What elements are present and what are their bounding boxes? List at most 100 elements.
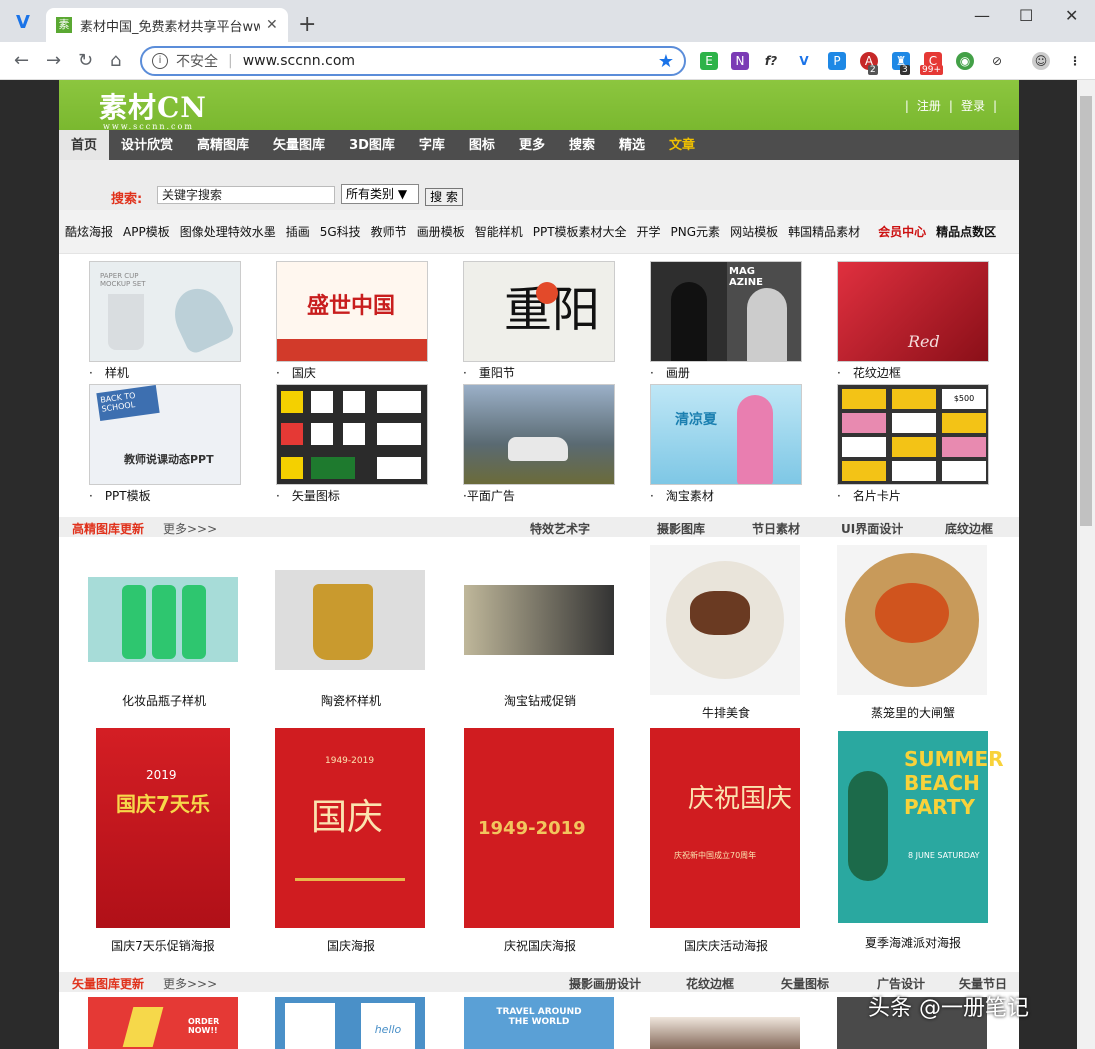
nav-more[interactable]: 更多	[507, 130, 557, 160]
vector-travel-image[interactable]: TRAVEL AROUND THE WORLD	[464, 997, 614, 1049]
vector-chocolate-image[interactable]	[650, 1017, 800, 1049]
grid-card-album[interactable]: MAG AZINE · 画册	[650, 261, 802, 381]
globe-icon[interactable]: ◉	[956, 52, 974, 70]
grid-caption[interactable]: · 样机	[89, 364, 241, 381]
product-caption-text[interactable]: 化妆品瓶子样机	[88, 692, 240, 709]
namecard-thumbnail[interactable]: $500	[837, 384, 989, 485]
url-text[interactable]: www.sccnn.com	[243, 53, 658, 69]
category-link[interactable]: 教师节	[371, 223, 407, 240]
grid-caption[interactable]: · 名片卡片	[837, 487, 989, 504]
category-link[interactable]: PNG元素	[671, 223, 721, 240]
category-link[interactable]: 画册模板	[417, 223, 465, 240]
close-window-icon[interactable]: ✕	[1065, 6, 1078, 25]
grid-card-vector-icons[interactable]: · 矢量图标	[276, 384, 428, 504]
category-link[interactable]: 智能样机	[475, 223, 523, 240]
grid-caption[interactable]: · 淘宝素材	[650, 487, 802, 504]
sync-icon[interactable]: ⊘	[988, 52, 1006, 70]
evernote-icon[interactable]: E	[700, 52, 718, 70]
category-select[interactable]: 所有类别 ▼	[341, 184, 419, 204]
taobao-thumbnail[interactable]: 清凉夏	[650, 384, 802, 485]
category-link[interactable]: 图像处理特效水墨	[180, 223, 276, 240]
category-link[interactable]: 韩国精品素材	[788, 223, 860, 240]
scroll-thumb[interactable]	[1080, 96, 1092, 526]
section-tag[interactable]: 花纹边框	[686, 975, 734, 992]
product-caption-text[interactable]: 淘宝钻戒促销	[464, 692, 616, 709]
product-caption-text[interactable]: 庆祝国庆海报	[464, 937, 616, 954]
album-thumbnail[interactable]: MAG AZINE	[650, 261, 802, 362]
browser-logo-icon[interactable]: V	[16, 12, 30, 33]
nav-3d[interactable]: 3D图库	[337, 130, 407, 160]
guoqing-thumbnail[interactable]: 盛世中国	[276, 261, 428, 362]
page-scrollbar[interactable]	[1077, 80, 1095, 1049]
profile-avatar[interactable]: ☺	[1032, 52, 1050, 70]
onenote-icon[interactable]: N	[731, 52, 749, 70]
browser-tab[interactable]: 素 素材中国_免费素材共享平台www ✕	[46, 8, 288, 42]
product-caption-text[interactable]: 牛排美食	[650, 704, 802, 721]
new-tab-icon[interactable]: +	[298, 12, 316, 37]
steak-image[interactable]	[650, 545, 800, 695]
mockup-thumbnail[interactable]: PAPER CUP MOCKUP SET	[89, 261, 241, 362]
grid-card-chongyang[interactable]: 重阳 · 重阳节	[463, 261, 615, 381]
nav-design[interactable]: 设计欣赏	[109, 130, 185, 160]
poster-summer-image[interactable]: SUMMER BEACH PARTY 8 JUNE SATURDAY	[838, 731, 1004, 923]
grid-card-border[interactable]: Red · 花纹边框	[837, 261, 989, 381]
grid-caption[interactable]: · 国庆	[276, 364, 428, 381]
product-caption-text[interactable]: 国庆庆活动海报	[650, 937, 802, 954]
category-link[interactable]: 插画	[286, 223, 310, 240]
member-center-link[interactable]: 会员中心	[878, 223, 926, 240]
section-tag[interactable]: 摄影画册设计	[569, 975, 641, 992]
vector-order-image[interactable]: ORDER NOW!!	[88, 997, 238, 1049]
grid-card-mockup[interactable]: PAPER CUP MOCKUP SET · 样机	[89, 261, 241, 381]
forward-icon[interactable]: →	[46, 50, 61, 71]
info-icon[interactable]: i	[152, 53, 168, 69]
minimize-icon[interactable]: —	[974, 6, 990, 25]
site-logo[interactable]: 素材CN www.sccnn.com	[99, 86, 207, 131]
address-bar[interactable]: i 不安全 | www.sccnn.com ★	[140, 46, 686, 76]
product-caption-text[interactable]: 国庆海报	[275, 937, 427, 954]
vpn-icon[interactable]: V	[795, 52, 813, 70]
grid-caption[interactable]: · 重阳节	[463, 364, 615, 381]
ceramic-cup-image[interactable]	[275, 570, 425, 670]
section-tag[interactable]: 摄影图库	[657, 520, 705, 537]
poster-guoqing-image[interactable]: 国庆 1949-2019	[275, 728, 425, 928]
poster-activity-image[interactable]: 庆祝国庆 庆祝新中国成立70周年	[650, 728, 800, 928]
nav-search[interactable]: 搜索	[557, 130, 607, 160]
register-link[interactable]: 注册	[917, 99, 941, 113]
maximize-icon[interactable]: ☐	[1019, 6, 1033, 25]
grid-card-taobao[interactable]: 清凉夏 · 淘宝素材	[650, 384, 802, 504]
formula-icon[interactable]: f?	[762, 52, 780, 70]
category-link[interactable]: 网站模板	[730, 223, 778, 240]
more-link[interactable]: 更多>>>	[163, 520, 217, 537]
category-link[interactable]: PPT模板素材大全	[533, 223, 627, 240]
ring-promo-image[interactable]	[464, 585, 614, 655]
crab-image[interactable]	[837, 545, 987, 695]
nav-hd-images[interactable]: 高精图库	[185, 130, 261, 160]
p-extension-icon[interactable]: P	[828, 52, 846, 70]
print-ad-thumbnail[interactable]	[463, 384, 615, 485]
category-link[interactable]: 酷炫海报	[65, 223, 113, 240]
section-tag[interactable]: 节日素材	[752, 520, 800, 537]
nav-vector[interactable]: 矢量图库	[261, 130, 337, 160]
featured-points-link[interactable]: 精品点数区	[936, 223, 996, 240]
section-title[interactable]: 高精图库更新	[72, 520, 144, 537]
section-tag[interactable]: 底纹边框	[945, 520, 993, 537]
ppt-thumbnail[interactable]: BACK TO SCHOOL 教师说课动态PPT	[89, 384, 241, 485]
vector-icons-thumbnail[interactable]	[276, 384, 428, 485]
poster-guoqing7-image[interactable]: 国庆7天乐 2019	[96, 728, 230, 928]
product-caption-text[interactable]: 陶瓷杯样机	[275, 692, 427, 709]
section-tag[interactable]: 矢量图标	[781, 975, 829, 992]
vector-kids-image[interactable]: hello	[275, 997, 425, 1049]
grid-caption[interactable]: · 画册	[650, 364, 802, 381]
product-caption-text[interactable]: 夏季海滩派对海报	[837, 934, 989, 951]
grid-caption[interactable]: · 花纹边框	[837, 364, 989, 381]
grid-card-guoqing[interactable]: 盛世中国 · 国庆	[276, 261, 428, 381]
cosmetic-bottles-image[interactable]	[88, 577, 238, 662]
category-link[interactable]: APP模板	[123, 223, 170, 240]
back-icon[interactable]: ←	[14, 50, 29, 71]
border-thumbnail[interactable]: Red	[837, 261, 989, 362]
grid-card-print-ad[interactable]: ·平面广告	[463, 384, 615, 504]
poster-celebrate-image[interactable]: 1949-2019	[464, 728, 614, 928]
section-tag[interactable]: UI界面设计	[841, 520, 903, 537]
menu-icon[interactable]: ⋮	[1066, 52, 1084, 70]
grid-caption[interactable]: · PPT模板	[89, 487, 241, 504]
